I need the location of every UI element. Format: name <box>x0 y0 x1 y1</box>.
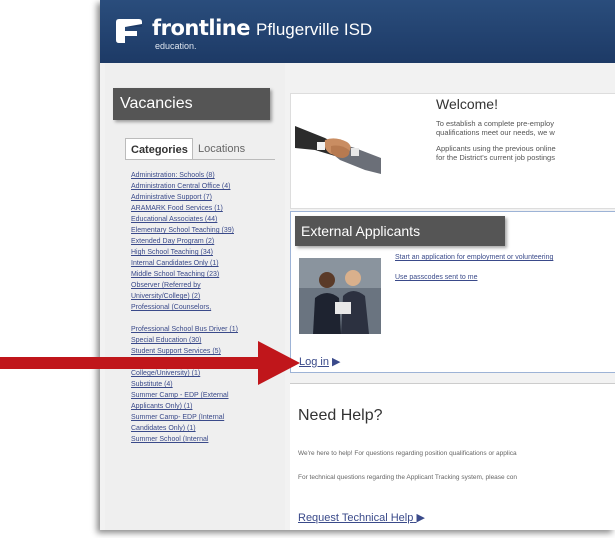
brand-subtitle: education. <box>155 41 197 51</box>
request-help-label: Request Technical Help <box>298 512 414 524</box>
category-link[interactable]: Administration Central Office (4) <box>131 181 283 192</box>
main-content: Vacancies Categories Locations Administr… <box>100 63 615 530</box>
category-link[interactable]: Applicants Only) (1) <box>131 401 283 412</box>
external-applicants-heading: External Applicants <box>295 216 505 246</box>
category-link[interactable]: Professional (Counselors, <box>131 302 283 313</box>
category-link[interactable]: Extended Day Program (2) <box>131 236 283 247</box>
help-text-line: We're here to help! For questions regard… <box>298 450 517 457</box>
login-label: Log in <box>299 356 329 368</box>
play-arrow-icon: ▶ <box>332 356 341 368</box>
category-link[interactable]: Summer Camp - EDP (External <box>131 390 283 401</box>
help-text-line: For technical questions regarding the Ap… <box>298 474 517 481</box>
welcome-text-line: qualifications meet our needs, we w <box>436 128 555 137</box>
need-help-heading: Need Help? <box>298 407 383 424</box>
category-link[interactable]: Administrative Support (7) <box>131 192 283 203</box>
use-passcodes-link[interactable]: Use passcodes sent to me <box>395 274 478 281</box>
category-link[interactable]: Professional School Bus Driver (1) <box>131 324 283 335</box>
play-arrow-icon: ▶ <box>416 512 425 524</box>
frontline-logo-icon <box>116 19 142 43</box>
category-link[interactable]: Educational Associates (44) <box>131 214 283 225</box>
external-applicants-panel: External Applicants Start an application… <box>290 211 615 373</box>
handshake-image <box>295 108 381 188</box>
page: frontline education. Pflugerville ISD Va… <box>0 0 615 538</box>
welcome-text-secondary: Applicants using the previous online for… <box>436 144 615 162</box>
welcome-text-line: Applicants using the previous online <box>436 144 556 153</box>
top-header-bar: frontline education. Pflugerville ISD <box>100 0 615 63</box>
vacancies-heading: Vacancies <box>113 88 270 120</box>
tab-categories[interactable]: Categories <box>125 138 193 160</box>
district-name: Pflugerville ISD <box>256 20 373 39</box>
category-link[interactable]: Candidates Only) (1) <box>131 423 283 434</box>
category-link[interactable]: Administration: Schools (8) <box>131 170 283 181</box>
category-link[interactable]: High School Teaching (34) <box>131 247 283 258</box>
welcome-text-line: To establish a complete pre-employ <box>436 119 554 128</box>
tab-locations[interactable]: Locations <box>193 138 275 160</box>
category-link[interactable]: University/College) (2) <box>131 291 283 302</box>
category-link[interactable]: Middle School Teaching (23) <box>131 269 283 280</box>
start-application-link[interactable]: Start an application for employment or v… <box>395 254 553 261</box>
brand-name: frontline <box>152 16 251 40</box>
category-list: Administration: Schools (8) Administratio… <box>131 170 283 445</box>
applicants-photo <box>299 258 381 334</box>
browser-frame: frontline education. Pflugerville ISD Va… <box>100 0 615 530</box>
welcome-text-line: for the District's current job postings <box>436 153 555 162</box>
request-technical-help-link[interactable]: Request Technical Help ▶ <box>298 511 425 524</box>
welcome-panel: Welcome! To establish a complete pre-emp… <box>290 93 615 209</box>
welcome-title: Welcome! <box>436 96 498 112</box>
login-link[interactable]: Log in ▶ <box>299 355 341 368</box>
category-link[interactable]: Summer School (Internal <box>131 434 283 445</box>
category-link[interactable]: Internal Candidates Only (1) <box>131 258 283 269</box>
category-link[interactable]: Observer (Referred by <box>131 280 283 291</box>
red-arrow-icon <box>0 341 300 385</box>
vacancies-sidebar: Vacancies Categories Locations Administr… <box>105 63 285 530</box>
need-help-panel: Need Help? We're here to help! For quest… <box>290 383 615 530</box>
category-link[interactable]: ARAMARK Food Services (1) <box>131 203 283 214</box>
category-link[interactable]: Summer Camp- EDP (Internal <box>131 412 283 423</box>
welcome-text: To establish a complete pre-employ quali… <box>436 119 615 137</box>
tab-divider <box>125 159 275 160</box>
category-link[interactable]: Elementary School Teaching (39) <box>131 225 283 236</box>
